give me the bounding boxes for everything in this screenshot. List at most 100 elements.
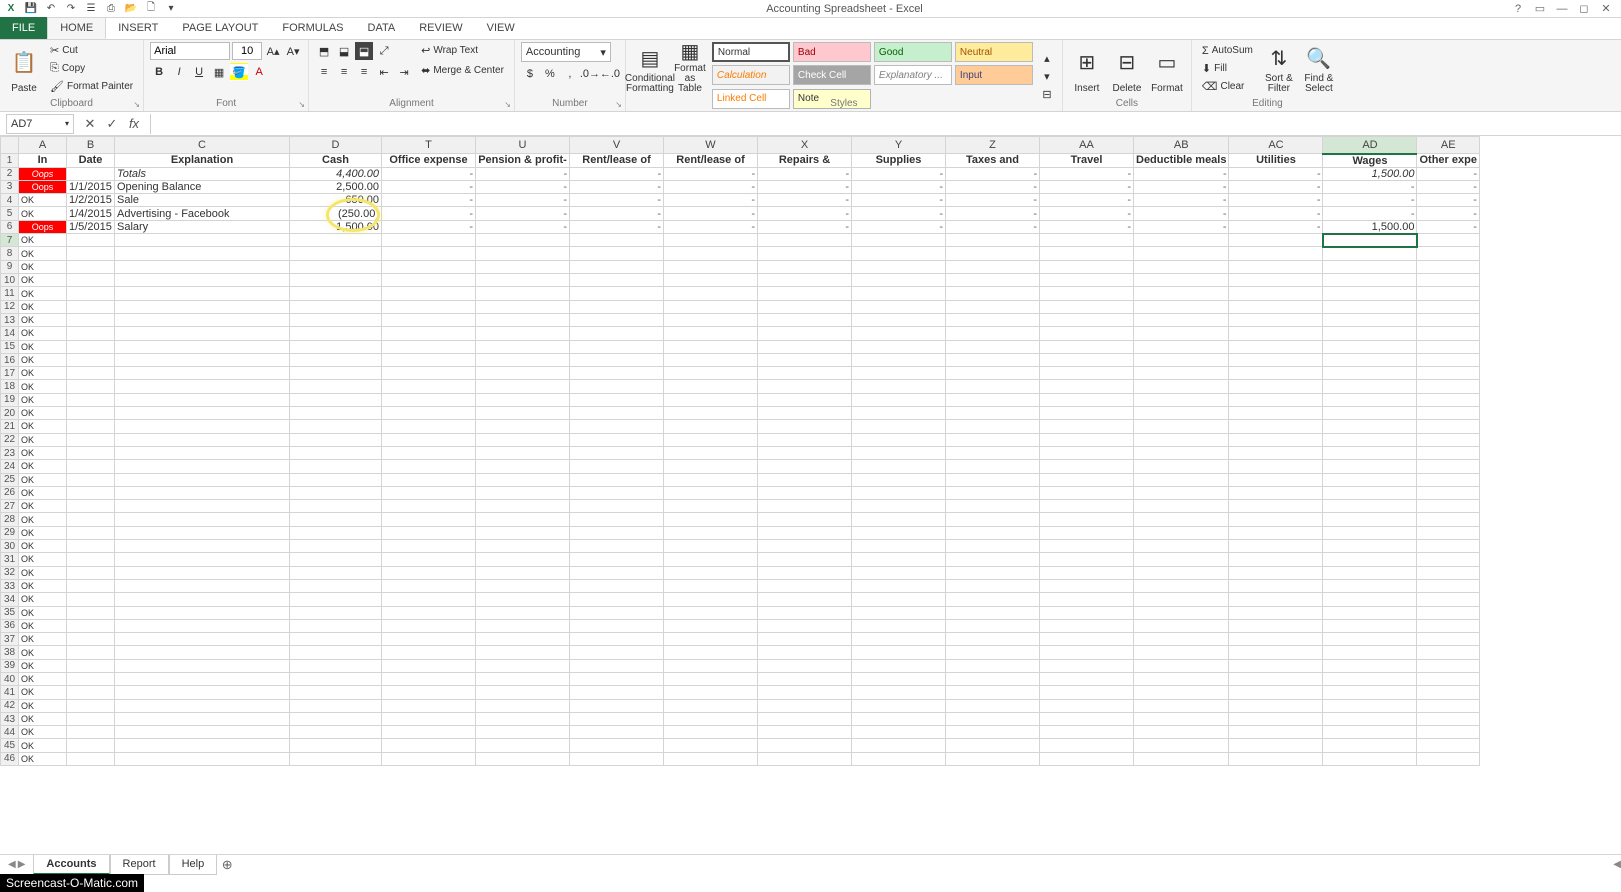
cell-Y42[interactable]	[852, 699, 946, 712]
cell-W46[interactable]	[664, 752, 758, 765]
cell-Z2[interactable]: -	[946, 167, 1040, 180]
cell-C42[interactable]	[115, 699, 290, 712]
cell-AD22[interactable]	[1323, 433, 1417, 446]
cell-X21[interactable]	[758, 420, 852, 433]
cell-AD42[interactable]	[1323, 699, 1417, 712]
cell-V2[interactable]: -	[570, 167, 664, 180]
cell-AA14[interactable]	[1040, 327, 1134, 340]
cell-V22[interactable]	[570, 433, 664, 446]
cell-AC8[interactable]	[1229, 247, 1323, 260]
cell-Y13[interactable]	[852, 313, 946, 326]
cell-U4[interactable]: -	[476, 194, 570, 207]
insert-function-icon[interactable]: fx	[124, 114, 144, 134]
cell-A39[interactable]: OK	[19, 659, 67, 672]
cell-V11[interactable]	[570, 287, 664, 300]
cell-U19[interactable]	[476, 393, 570, 406]
cell-U18[interactable]	[476, 380, 570, 393]
cell-T9[interactable]	[382, 260, 476, 273]
cell-T37[interactable]	[382, 633, 476, 646]
cell-AD25[interactable]	[1323, 473, 1417, 486]
cell-D42[interactable]	[290, 699, 382, 712]
cell-A37[interactable]: OK	[19, 633, 67, 646]
cell-B28[interactable]	[67, 513, 115, 526]
cell-W41[interactable]	[664, 686, 758, 699]
cell-C27[interactable]	[115, 500, 290, 513]
align-middle-icon[interactable]: ⬓	[335, 42, 353, 60]
cell-A3[interactable]: Oops	[19, 180, 67, 193]
cell-B20[interactable]	[67, 407, 115, 420]
cell-AC12[interactable]	[1229, 300, 1323, 313]
cell-D20[interactable]	[290, 407, 382, 420]
cell-AA28[interactable]	[1040, 513, 1134, 526]
cell-C39[interactable]	[115, 659, 290, 672]
cell-C33[interactable]	[115, 579, 290, 592]
cell-AD34[interactable]	[1323, 593, 1417, 606]
cell-AE10[interactable]	[1417, 274, 1479, 287]
cell-AA35[interactable]	[1040, 606, 1134, 619]
cell-W42[interactable]	[664, 699, 758, 712]
cell-AC36[interactable]	[1229, 619, 1323, 632]
cell-X46[interactable]	[758, 752, 852, 765]
cell-D21[interactable]	[290, 420, 382, 433]
cell-Y21[interactable]	[852, 420, 946, 433]
cell-AE36[interactable]	[1417, 619, 1479, 632]
cell-AE28[interactable]	[1417, 513, 1479, 526]
cell-C2[interactable]: Totals	[115, 167, 290, 180]
cell-V38[interactable]	[570, 646, 664, 659]
cell-AA32[interactable]	[1040, 566, 1134, 579]
cell-A9[interactable]: OK	[19, 260, 67, 273]
cell-C34[interactable]	[115, 593, 290, 606]
cell-AC1[interactable]: Utilities	[1229, 154, 1323, 168]
cell-B24[interactable]	[67, 460, 115, 473]
styles-scroll-up-icon[interactable]: ▴	[1038, 50, 1056, 68]
cell-D5[interactable]: (250.00)	[290, 207, 382, 220]
cell-B4[interactable]: 1/2/2015	[67, 194, 115, 207]
col-header-B[interactable]: B	[67, 137, 115, 154]
cell-AA1[interactable]: Travel	[1040, 154, 1134, 168]
cell-T7[interactable]	[382, 234, 476, 247]
cell-AD23[interactable]	[1323, 446, 1417, 459]
file-tab[interactable]: FILE	[0, 17, 47, 39]
cell-U6[interactable]: -	[476, 220, 570, 234]
cell-T10[interactable]	[382, 274, 476, 287]
cell-Y30[interactable]	[852, 540, 946, 553]
cell-Y41[interactable]	[852, 686, 946, 699]
clear-button[interactable]: ⌫Clear	[1198, 78, 1257, 95]
cell-B30[interactable]	[67, 540, 115, 553]
row-header[interactable]: 12	[1, 300, 19, 313]
cell-T12[interactable]	[382, 300, 476, 313]
cell-AB7[interactable]	[1134, 234, 1229, 247]
cell-U46[interactable]	[476, 752, 570, 765]
cell-T33[interactable]	[382, 579, 476, 592]
cell-Z36[interactable]	[946, 619, 1040, 632]
cell-Z7[interactable]	[946, 234, 1040, 247]
cell-V39[interactable]	[570, 659, 664, 672]
cell-Z39[interactable]	[946, 659, 1040, 672]
touch-mode-icon[interactable]: ☰	[84, 2, 98, 16]
cell-T29[interactable]	[382, 526, 476, 539]
cell-U9[interactable]	[476, 260, 570, 273]
decrease-decimal-icon[interactable]: ←.0	[601, 65, 619, 83]
cell-Z28[interactable]	[946, 513, 1040, 526]
cell-A36[interactable]: OK	[19, 619, 67, 632]
cell-A23[interactable]: OK	[19, 446, 67, 459]
cell-U3[interactable]: -	[476, 180, 570, 193]
cell-A15[interactable]: OK	[19, 340, 67, 353]
cell-AB17[interactable]	[1134, 367, 1229, 380]
cell-AE32[interactable]	[1417, 566, 1479, 579]
cell-AD6[interactable]: 1,500.00	[1323, 220, 1417, 234]
cell-X12[interactable]	[758, 300, 852, 313]
cell-Z23[interactable]	[946, 446, 1040, 459]
cell-AE13[interactable]	[1417, 313, 1479, 326]
excel-icon[interactable]: X	[4, 2, 18, 16]
cell-B7[interactable]	[67, 234, 115, 247]
bold-button[interactable]: B	[150, 63, 168, 81]
cell-X28[interactable]	[758, 513, 852, 526]
percent-button[interactable]: %	[541, 65, 559, 83]
cell-AE41[interactable]	[1417, 686, 1479, 699]
cell-Y23[interactable]	[852, 446, 946, 459]
cell-AE6[interactable]: -	[1417, 220, 1479, 234]
cell-Y39[interactable]	[852, 659, 946, 672]
cell-A16[interactable]: OK	[19, 353, 67, 366]
cell-D26[interactable]	[290, 486, 382, 499]
